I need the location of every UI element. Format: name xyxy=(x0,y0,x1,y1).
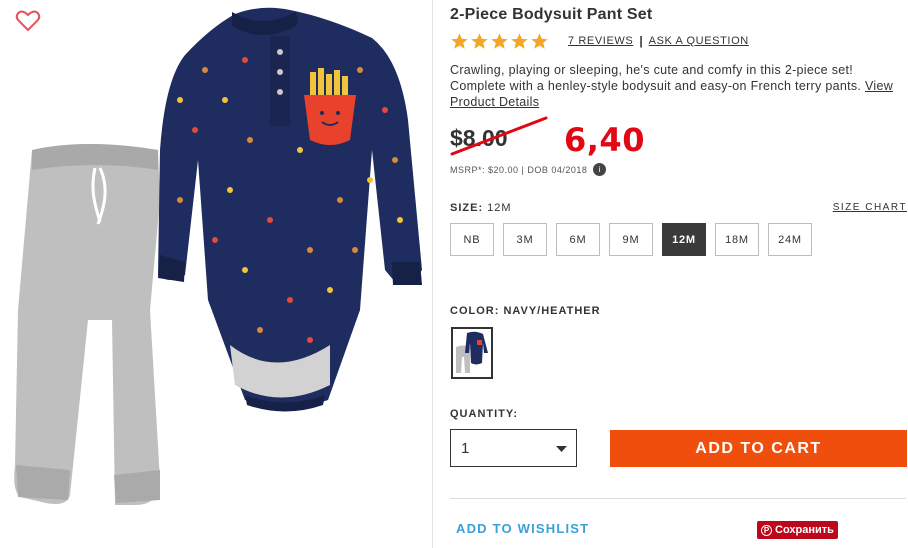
size-option-9m[interactable]: 9M xyxy=(609,223,653,256)
star-icon xyxy=(471,32,488,49)
ask-question-link[interactable]: ASK A QUESTION xyxy=(649,35,749,47)
pinterest-save-button[interactable]: P Сохранить xyxy=(757,521,838,539)
size-label-text: SIZE: xyxy=(450,202,484,214)
size-option-24m[interactable]: 24M xyxy=(768,223,812,256)
star-icon xyxy=(531,32,548,49)
pinterest-save-label: Сохранить xyxy=(775,524,834,536)
size-options: NB 3M 6M 9M 12M 18M 24M xyxy=(450,223,812,256)
star-rating[interactable] xyxy=(450,32,549,51)
star-icon xyxy=(491,32,508,49)
star-icon xyxy=(511,32,528,49)
msrp-text: MSRP*: $20.00 | DOB 04/2018 xyxy=(450,164,588,175)
add-to-wishlist-link[interactable]: ADD TO WISHLIST xyxy=(456,521,589,536)
color-swatch[interactable] xyxy=(451,327,493,379)
pinterest-icon: P xyxy=(761,524,772,536)
description-text: Crawling, playing or sleeping, he's cute… xyxy=(450,63,862,93)
handwritten-new-price: 6,40 xyxy=(564,121,645,159)
size-option-6m[interactable]: 6M xyxy=(556,223,600,256)
link-separator: | xyxy=(639,34,643,48)
reviews-link[interactable]: 7 REVIEWS xyxy=(568,35,633,47)
product-image-panel xyxy=(0,0,433,548)
rating-row: 7 REVIEWS | ASK A QUESTION xyxy=(450,31,749,51)
size-option-12m[interactable]: 12M xyxy=(662,223,706,256)
caret-down-icon xyxy=(556,446,567,452)
size-option-18m[interactable]: 18M xyxy=(715,223,759,256)
size-label: SIZE: 12M xyxy=(450,202,512,214)
product-title: 2-Piece Bodysuit Pant Set xyxy=(450,6,653,23)
product-photo[interactable] xyxy=(0,0,432,548)
product-info-panel: 2-Piece Bodysuit Pant Set 7 REVIEWS | AS… xyxy=(450,0,908,548)
swatch-thumbnail xyxy=(456,331,488,373)
size-option-3m[interactable]: 3M xyxy=(503,223,547,256)
product-description: Crawling, playing or sleeping, he's cute… xyxy=(450,62,908,110)
msrp-line: MSRP*: $20.00 | DOB 04/2018 i xyxy=(450,163,607,176)
size-option-nb[interactable]: NB xyxy=(450,223,494,256)
quantity-label: QUANTITY: xyxy=(450,408,519,420)
add-to-cart-button[interactable]: ADD TO CART xyxy=(610,430,907,467)
quantity-value: 1 xyxy=(461,439,470,457)
price-strikethrough-mark xyxy=(450,116,548,156)
color-label: COLOR: NAVY/HEATHER xyxy=(450,305,601,317)
size-selected-value: 12M xyxy=(487,202,512,214)
divider xyxy=(450,498,906,499)
star-icon xyxy=(451,32,468,49)
quantity-select[interactable]: 1 xyxy=(450,429,577,467)
size-chart-link[interactable]: SIZE CHART xyxy=(833,202,907,213)
heart-outline-icon[interactable] xyxy=(15,9,41,33)
info-icon[interactable]: i xyxy=(593,163,607,176)
